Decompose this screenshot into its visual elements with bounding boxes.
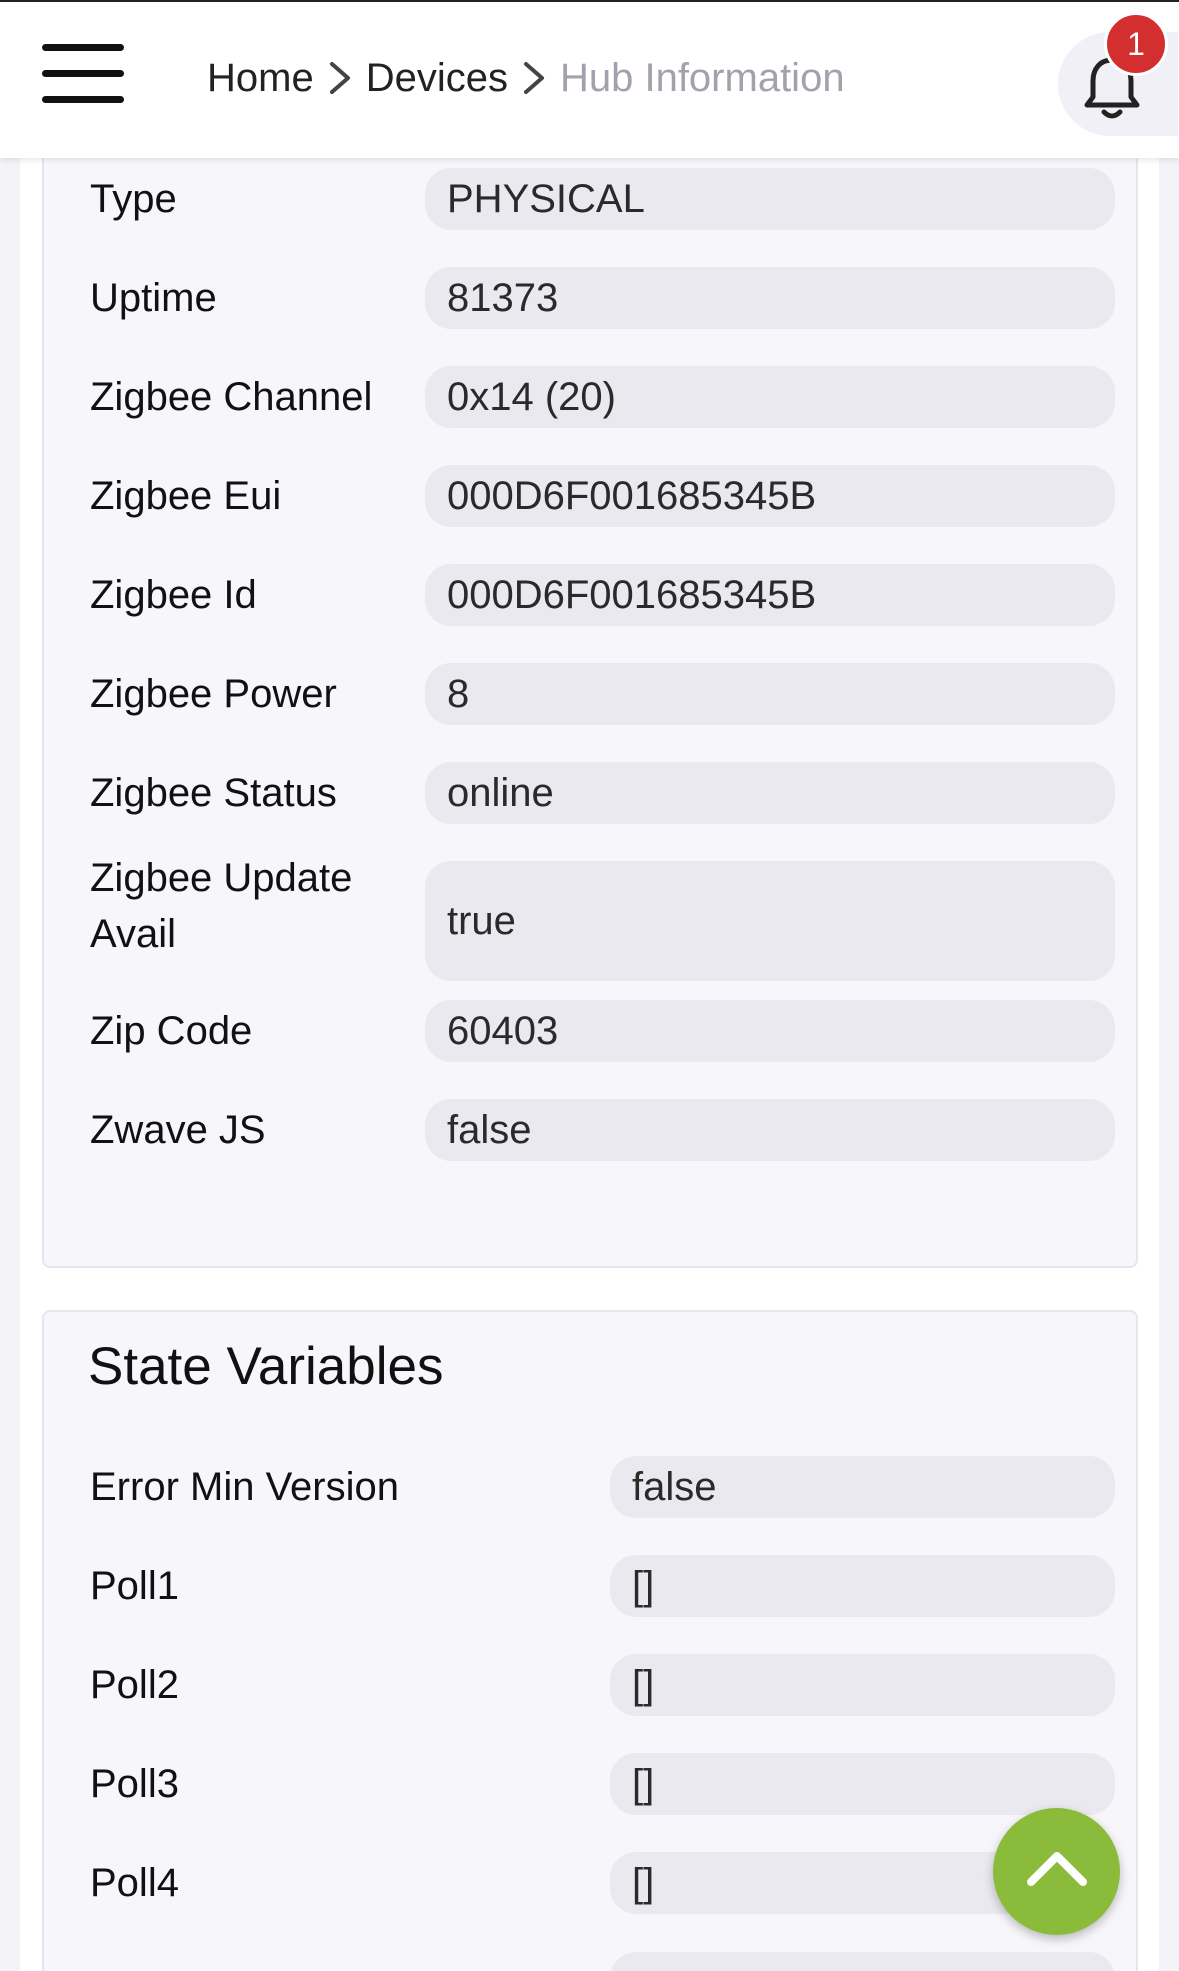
- detail-label: Zigbee Eui: [90, 474, 282, 518]
- state-label: Error Min Version: [90, 1465, 399, 1509]
- chevron-right-icon: [314, 50, 366, 106]
- state-value-field[interactable]: false: [610, 1456, 1115, 1518]
- state-label: Poll2: [90, 1663, 179, 1707]
- detail-label: Zigbee Status: [90, 771, 337, 815]
- detail-value-field[interactable]: 8: [425, 663, 1115, 725]
- detail-label: Zigbee Power: [90, 672, 337, 716]
- state-value-field[interactable]: []: [610, 1654, 1115, 1716]
- state-label: Poll4: [90, 1861, 179, 1905]
- detail-value-field[interactable]: 60403: [425, 1000, 1115, 1062]
- detail-label: Zigbee Update Avail: [90, 856, 353, 956]
- detail-value-field[interactable]: false: [425, 1099, 1115, 1161]
- detail-label: Zwave JS: [90, 1108, 266, 1152]
- detail-label: Type: [90, 177, 177, 221]
- page-content: , Type PHYSICAL Uptime 81373 Zigbee Chan…: [20, 0, 1159, 1971]
- breadcrumb: Home Devices Hub Information: [207, 50, 845, 106]
- top-app-bar: Home Devices Hub Information: [0, 0, 1179, 158]
- detail-value-field[interactable]: PHYSICAL: [425, 168, 1115, 230]
- breadcrumb-current-page: Hub Information: [559, 55, 845, 100]
- detail-value-field[interactable]: true: [425, 861, 1115, 981]
- chevron-right-icon: [508, 50, 560, 106]
- detail-label: Uptime: [90, 276, 217, 320]
- state-variables-title: State Variables: [88, 1337, 444, 1396]
- scroll-to-top-button[interactable]: [993, 1808, 1120, 1935]
- state-label: Poll3: [90, 1762, 179, 1806]
- breadcrumb-devices[interactable]: Devices: [366, 56, 508, 101]
- app-viewport: , Type PHYSICAL Uptime 81373 Zigbee Chan…: [0, 0, 1179, 1971]
- detail-value-field[interactable]: 81373: [425, 267, 1115, 329]
- state-value-field[interactable]: []: [610, 1555, 1115, 1617]
- state-variables-card: State Variables Error Min Version false …: [42, 1310, 1138, 1971]
- detail-value-field[interactable]: 0x14 (20): [425, 366, 1115, 428]
- device-details-card: , Type PHYSICAL Uptime 81373 Zigbee Chan…: [42, 80, 1138, 1268]
- state-value-field[interactable]: []: [610, 1753, 1115, 1815]
- state-label: Poll1: [90, 1564, 179, 1608]
- state-value-field-partial[interactable]: [610, 1952, 1115, 1971]
- detail-label: Zigbee Id: [90, 573, 257, 617]
- detail-value-field[interactable]: online: [425, 762, 1115, 824]
- breadcrumb-home[interactable]: Home: [207, 56, 314, 101]
- detail-label: Zip Code: [90, 1009, 253, 1053]
- notification-count-badge[interactable]: 1: [1104, 12, 1168, 76]
- chevron-up-icon: [1027, 1852, 1087, 1886]
- hamburger-menu-icon[interactable]: [38, 40, 128, 106]
- detail-value-field[interactable]: 000D6F001685345B: [425, 564, 1115, 626]
- detail-value-field[interactable]: 000D6F001685345B: [425, 465, 1115, 527]
- detail-label: Zigbee Channel: [90, 375, 373, 419]
